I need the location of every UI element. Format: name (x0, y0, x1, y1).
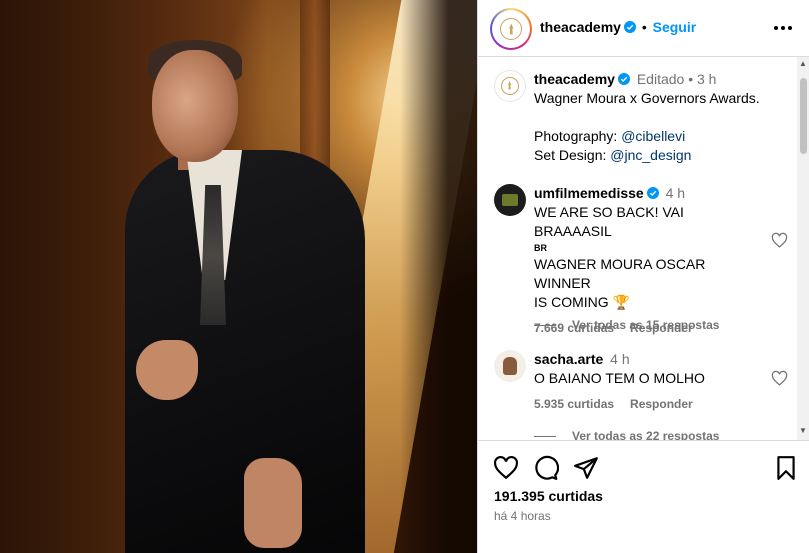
comment: sacha.arte 4 h O BAIANO TEM O MOLHO 5.93… (494, 350, 794, 420)
photo-hand-right (244, 458, 302, 548)
caption-text: Wagner Moura x Governors Awards. (534, 90, 760, 106)
like-comment-heart-icon[interactable] (771, 232, 788, 249)
comment-likes[interactable]: 5.935 curtidas (534, 397, 614, 411)
replies-divider (534, 324, 556, 326)
comment-time: 4 h (665, 185, 686, 201)
photo-head (152, 50, 238, 162)
verified-badge-icon (623, 21, 636, 33)
comment-time: 4 h (610, 351, 630, 367)
trophy-icon: 🏆 (612, 294, 630, 310)
photo-hand-left (136, 340, 198, 400)
follow-button[interactable]: Seguir (653, 19, 697, 35)
commenter-avatar[interactable] (494, 350, 526, 382)
comment-bubble-icon[interactable] (533, 455, 559, 481)
view-replies-label: Ver todas as 22 respostas (572, 429, 720, 440)
view-replies-button[interactable]: Ver todas as 22 respostas (534, 429, 719, 440)
view-replies-button[interactable]: Ver todas as 15 respostas (534, 318, 719, 332)
flag-brazil-icon: BR (534, 243, 547, 253)
post-header: theacademy • Seguir (478, 0, 809, 57)
comment-text-line1: WE ARE SO BACK! VAI BRAAAASIL (534, 204, 684, 239)
scroll-down-arrow-icon[interactable]: ▼ (799, 427, 807, 435)
comment: umfilmemedisse 4 h WE ARE SO BACK! VAI B… (494, 184, 794, 335)
comment-text-line2: WAGNER MOURA OSCAR WINNER (534, 256, 706, 291)
view-replies-label: Ver todas as 15 respostas (572, 318, 720, 332)
comments-scroll-area[interactable]: theacademy Editado • 3 h Wagner Moura x … (478, 57, 809, 440)
post-side-panel: theacademy • Seguir theacademy Editado •… (477, 0, 809, 553)
more-options-icon[interactable] (774, 22, 798, 34)
edited-label: Editado (636, 71, 685, 87)
post-likes-count[interactable]: 191.395 curtidas (494, 488, 603, 504)
caption-avatar[interactable] (494, 70, 526, 102)
photographer-link[interactable]: @cibellevi (621, 128, 685, 144)
share-send-icon[interactable] (573, 455, 599, 481)
caption-dot: • (688, 71, 694, 87)
save-bookmark-icon[interactable] (773, 455, 799, 481)
set-design-label: Set Design: (534, 147, 607, 163)
replies-divider (534, 435, 556, 437)
commenter-username[interactable]: umfilmemedisse (534, 185, 644, 201)
oscar-logo-icon (501, 77, 519, 95)
commenter-avatar[interactable] (494, 184, 526, 216)
header-separator: • (641, 19, 647, 35)
like-comment-heart-icon[interactable] (771, 370, 788, 387)
oscar-logo-icon (499, 17, 523, 41)
comment-text-line3: IS COMING (534, 294, 609, 310)
post-time-ago: há 4 horas (494, 509, 551, 523)
set-designer-link[interactable]: @jnc_design (610, 147, 691, 163)
verified-badge-icon (646, 187, 659, 199)
commenter-username[interactable]: sacha.arte (534, 351, 603, 367)
illustration-avatar-icon (503, 357, 517, 375)
caption-author[interactable]: theacademy (534, 71, 615, 87)
reply-button[interactable]: Responder (630, 397, 693, 411)
photography-label: Photography: (534, 128, 618, 144)
scroll-up-arrow-icon[interactable]: ▲ (799, 60, 807, 68)
author-username[interactable]: theacademy (540, 19, 621, 35)
caption-time: 3 h (697, 71, 717, 87)
film-logo-icon (502, 194, 518, 206)
scrollbar-thumb[interactable] (800, 78, 807, 154)
post-actions: 191.395 curtidas há 4 horas (478, 440, 809, 553)
like-heart-icon[interactable] (493, 455, 519, 481)
photo-shadow (400, 0, 477, 553)
post-photo[interactable] (0, 0, 477, 553)
verified-badge-icon (617, 73, 630, 85)
author-avatar[interactable] (490, 8, 532, 50)
comment-text-line1: O BAIANO TEM O MOLHO (534, 370, 705, 386)
